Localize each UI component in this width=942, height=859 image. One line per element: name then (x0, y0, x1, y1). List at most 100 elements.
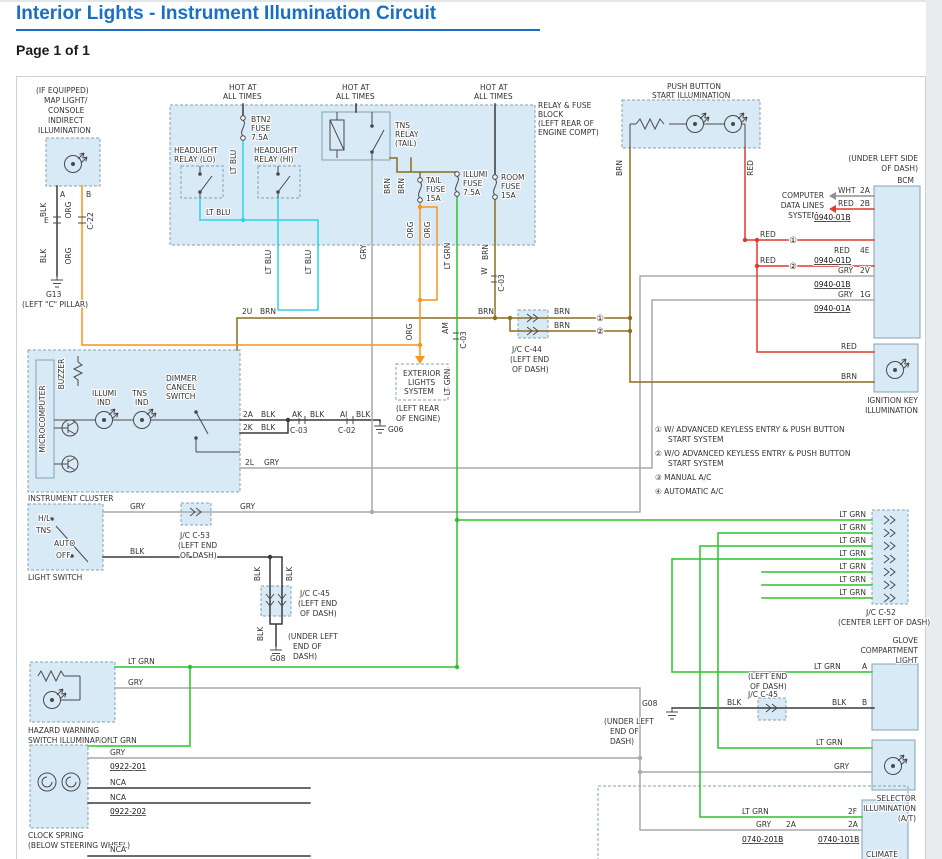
diagram-label: ENGINE COMPT) (538, 128, 599, 137)
diagram-label: 4E (860, 246, 870, 255)
diagram-label: DIMMER (166, 374, 197, 383)
diagram-label: E (44, 216, 49, 225)
diagram-label: (LEFT END (298, 599, 337, 608)
diagram-label: ILLUMI (92, 389, 116, 398)
diagram-label: BRN (481, 244, 490, 260)
diagram-label: INSTRUMENT CLUSTER (28, 494, 113, 503)
diagram-label: DASH) (610, 737, 634, 746)
diagram-label: 0922-201 (110, 762, 146, 771)
diagram-label: RED (834, 246, 850, 255)
diagram-label: BLK (39, 248, 48, 263)
diagram-label: GRY (240, 502, 256, 511)
diagram-label: BCM (897, 176, 914, 185)
diagram-label: IGNITION KEY (867, 396, 918, 405)
diagram-label: LT GRN (443, 243, 452, 270)
diagram-label: GRY (128, 678, 144, 687)
diagram-label: 2L (245, 458, 255, 467)
diagram-label: 7.5A (463, 188, 481, 197)
diagram-label: 2B (860, 199, 870, 208)
diagram-label: (UNDER LEFT (604, 717, 654, 726)
diagram-label: BRN (397, 178, 406, 194)
diagram-label: OF DASH) (512, 365, 549, 374)
diagram-label: BLK (832, 698, 847, 707)
diagram-label: GRY (130, 502, 146, 511)
diagram-label: OF DASH) (180, 551, 217, 560)
diagram-label: LIGHTS (408, 378, 435, 387)
diagram-label: 2V (860, 266, 871, 275)
diagram-label: A (60, 190, 66, 199)
diagram-label: BLK (256, 626, 265, 641)
box-jc-c45-lower (758, 698, 786, 720)
diagram-label: GRY (359, 244, 368, 260)
diagram-label: (A/T) (898, 814, 916, 823)
diagram-label: ① W/ ADVANCED KEYLESS ENTRY & PUSH BUTTO… (655, 425, 845, 434)
diagram-label: LT GRN (110, 736, 137, 745)
diagram-label: 2A (848, 820, 859, 829)
box-glove-compartment-light (872, 664, 918, 730)
diagram-label: LT GRN (816, 738, 843, 747)
diagram-label: 2A (786, 820, 797, 829)
diagram-label: END OF (610, 727, 639, 736)
diagram-label: BLK (310, 410, 325, 419)
diagram-label: TAIL (425, 176, 442, 185)
diagram-label: WHT (838, 186, 856, 195)
diagram-label: 2F (848, 807, 857, 816)
diagram-label: OFF (56, 551, 71, 560)
header: Interior Lights - Instrument Illuminatio… (16, 2, 540, 58)
diagram-label: ORG (64, 201, 73, 218)
diagram-label: B (86, 190, 91, 199)
diagram-label: BLK (727, 698, 742, 707)
diagram-label: BTN2 (251, 115, 271, 124)
diagram-label: CLIMATE (866, 850, 898, 859)
diagram-label: G08 (642, 699, 658, 708)
diagram-label: NCA (110, 778, 127, 787)
diagram-label: END OF (293, 642, 322, 651)
diagram-label: RED (841, 342, 857, 351)
diagram-label: LIGHT SWITCH (28, 573, 82, 582)
diagram-label: SWITCH (166, 392, 195, 401)
diagram-label: ② (789, 262, 797, 272)
diagram-label: ILLUMI (463, 170, 487, 179)
diagram-label: LT GRN (839, 523, 866, 532)
diagram-label: TNS (35, 526, 51, 535)
diagram-label: HAZARD WARNING (28, 726, 99, 735)
diagram-label: EXTERIOR (403, 369, 441, 378)
diagram-label: 1G (860, 290, 871, 299)
diagram-label: LT BLU (206, 208, 231, 217)
diagram-label: IND (135, 398, 149, 407)
diagram-label: (LEFT END (748, 672, 787, 681)
diagram-label: 0940-01D (814, 256, 851, 265)
diagram-label: (LEFT END (178, 541, 217, 550)
diagram-label: GRY (110, 748, 126, 757)
diagram-label: G06 (388, 425, 404, 434)
diagram-label: LT GRN (128, 657, 155, 666)
diagram-label: LT GRN (839, 588, 866, 597)
diagram-label: (CENTER LEFT OF DASH) (838, 618, 930, 627)
box-jc-c45-upper (261, 586, 291, 616)
diagram-label: COMPUTER (782, 191, 824, 200)
diagram-label: INDIRECT (48, 116, 84, 125)
diagram-label: LT GRN (839, 510, 866, 519)
diagram-label: RELAY & FUSE (538, 101, 592, 110)
diagram-label: (LEFT REAR OF (538, 119, 594, 128)
diagram-label: LT GRN (839, 536, 866, 545)
diagram-label: CLOCK SPRING (28, 831, 84, 840)
diagram-label: START SYSTEM (668, 435, 723, 444)
diagram-label: NCA (110, 845, 127, 854)
diagram-label: 2K (243, 423, 254, 432)
diagram-label: GRY (838, 290, 854, 299)
diagram-label: BRN (260, 307, 276, 316)
diagram-label: ILLUMINATION (38, 126, 91, 135)
diagram-label: LT BLU (264, 250, 273, 275)
diagram-label: FUSE (501, 182, 521, 191)
diagram-label: BLOCK (538, 110, 564, 119)
box-hazard-warning-switch (30, 662, 115, 722)
diagram-label: J/C C-53 (179, 531, 210, 540)
diagram-label: RED (760, 230, 776, 239)
diagram-label: W (480, 267, 489, 275)
diagram-label: SYSTEM (404, 387, 434, 396)
diagram-label: GRY (756, 820, 772, 829)
diagram-label: G13 (46, 290, 62, 299)
box-jc-c52 (872, 510, 908, 604)
diagram-label: 2A (860, 186, 871, 195)
